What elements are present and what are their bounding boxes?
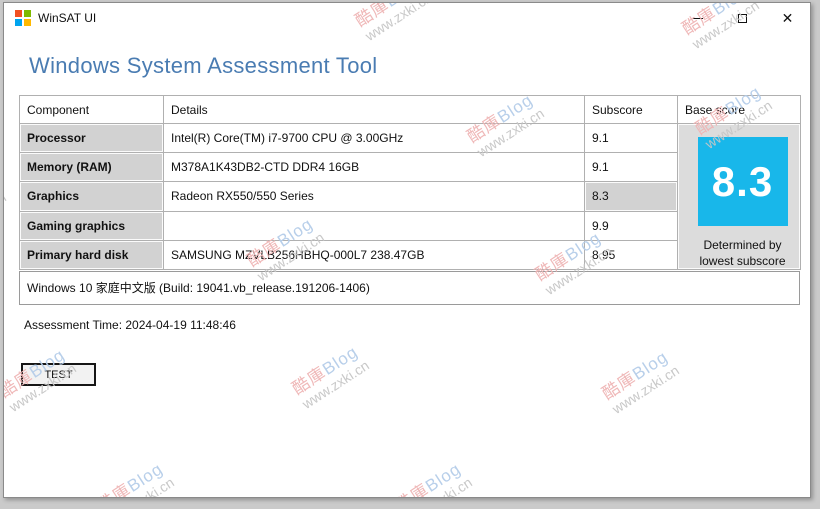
- watermark-brand-cn: 酷庫: [598, 367, 640, 404]
- subscore-cell: 8.95: [584, 239, 678, 271]
- column-header-base-score: Base score: [677, 95, 801, 124]
- details-cell: M378A1K43DB2-CTD DDR4 16GB: [163, 152, 585, 183]
- os-info-box: Windows 10 家庭中文版 (Build: 19041.vb_releas…: [19, 271, 800, 305]
- subscore-cell: 9.9: [584, 210, 678, 241]
- maximize-icon: [738, 13, 747, 23]
- os-info-text: Windows 10 家庭中文版 (Build: 19041.vb_releas…: [27, 281, 370, 295]
- column-header-subscore: Subscore: [584, 95, 678, 124]
- title-bar: WinSAT UI ✕: [4, 3, 810, 33]
- component-cell: Graphics: [19, 181, 164, 212]
- window-controls: ✕: [675, 3, 810, 33]
- watermark-brand-cn: 酷庫: [288, 362, 330, 399]
- component-cell: Primary hard disk: [19, 239, 164, 271]
- watermark-brand-cn: 酷庫: [391, 479, 433, 498]
- watermark-brand-en: Blog: [319, 342, 362, 379]
- details-cell: [163, 210, 585, 241]
- component-cell: Memory (RAM): [19, 152, 164, 183]
- details-cell: Intel(R) Core(TM) i7-9700 CPU @ 3.00GHz: [163, 122, 585, 154]
- watermark-brand-en: Blog: [124, 459, 167, 496]
- component-cell: Processor: [19, 122, 164, 154]
- close-icon: ✕: [781, 10, 794, 26]
- windows-logo-icon: [15, 10, 31, 26]
- subscore-cell: 9.1: [584, 122, 678, 154]
- watermark-url: www.zxki.cn: [299, 356, 372, 412]
- table-row: Processor Intel(R) Core(TM) i7-9700 CPU …: [19, 122, 801, 270]
- watermark: 酷庫Blog www.zxki.cn: [391, 434, 512, 498]
- table-header-row: Component Details Subscore Base score: [19, 95, 801, 124]
- assessment-time: Assessment Time: 2024-04-19 11:48:46: [24, 318, 236, 332]
- watermark-url: www.zxki.cn: [402, 450, 512, 497]
- column-header-component: Component: [19, 95, 164, 124]
- watermark: 酷庫Blog www.zxki.cn: [93, 434, 214, 498]
- watermark-brand-en: Blog: [629, 347, 672, 384]
- base-score-note: Determined by lowest subscore: [685, 237, 800, 269]
- watermark-url: www.zxki.cn: [104, 450, 214, 497]
- window-title: WinSAT UI: [38, 11, 97, 25]
- details-cell: Radeon RX550/550 Series: [163, 181, 585, 212]
- base-score-note-line1: Determined by: [703, 238, 782, 252]
- minimize-icon: [692, 18, 703, 19]
- minimize-button[interactable]: [675, 3, 720, 33]
- component-cell: Gaming graphics: [19, 210, 164, 241]
- watermark-url: www.zxki.cn: [609, 361, 682, 417]
- watermark: 酷庫Blog www.zxki.cn: [289, 317, 409, 413]
- base-score-cell: 8.3 Determined by lowest subscore: [677, 123, 801, 270]
- subscore-cell-lowest: 8.3: [584, 181, 678, 212]
- app-window: WinSAT UI ✕ Windows System Assessment To…: [3, 2, 811, 498]
- assessment-table: Component Details Subscore Base score Pr…: [19, 95, 801, 271]
- base-score-value: 8.3: [697, 137, 788, 226]
- watermark-brand-cn: 酷庫: [93, 479, 135, 498]
- base-score-note-line2: lowest subscore: [699, 254, 786, 268]
- close-button[interactable]: ✕: [765, 3, 810, 33]
- watermark-brand-en: Blog: [422, 459, 465, 496]
- column-header-details: Details: [163, 95, 585, 124]
- details-cell: SAMSUNG MZVLB256HBHQ-000L7 238.47GB: [163, 239, 585, 271]
- maximize-button[interactable]: [720, 3, 765, 33]
- subscore-cell: 9.1: [584, 152, 678, 183]
- page-title: Windows System Assessment Tool: [29, 53, 378, 78]
- watermark: 酷庫Blog www.zxki.cn: [599, 322, 719, 418]
- test-button[interactable]: TEST: [21, 363, 96, 386]
